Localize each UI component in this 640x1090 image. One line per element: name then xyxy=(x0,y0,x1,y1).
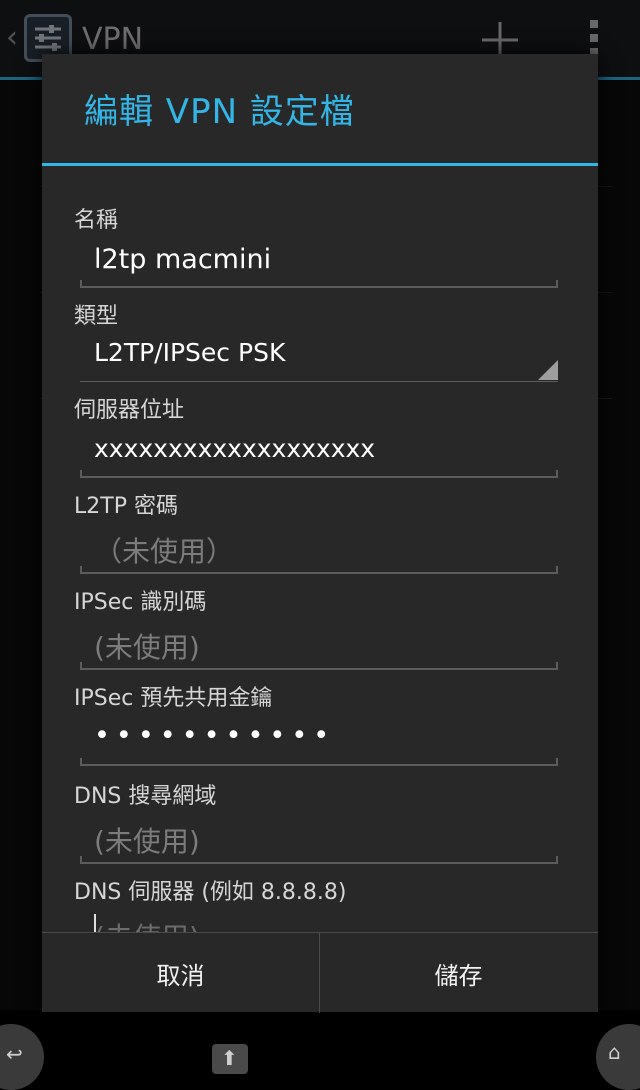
ipsec-id-placeholder: (未使用) xyxy=(94,631,200,664)
dns-search-placeholder: (未使用) xyxy=(94,825,200,858)
dialog-title-bar: 編輯 VPN 設定檔 xyxy=(42,54,598,166)
type-label: 類型 xyxy=(74,304,119,329)
type-value: L2TP/IPSec PSK xyxy=(94,338,286,367)
name-label: 名稱 xyxy=(74,208,119,233)
dns-search-input[interactable]: (未使用) xyxy=(80,812,558,864)
dns-servers-label: DNS 伺服器 (例如 8.8.8.8) xyxy=(74,880,347,905)
server-label: 伺服器位址 xyxy=(74,398,185,423)
server-input[interactable]: xxxxxxxxxxxxxxxxxxx xyxy=(80,426,558,478)
cancel-button[interactable]: 取消 xyxy=(42,933,319,1013)
ipsec-psk-input[interactable]: ••••••••••• xyxy=(80,714,558,766)
dropdown-triangle-icon xyxy=(538,360,558,380)
dialog-button-bar: 取消 儲存 xyxy=(42,932,598,1013)
type-spinner[interactable]: L2TP/IPSec PSK xyxy=(80,330,558,382)
edit-vpn-profile-dialog: 編輯 VPN 設定檔 名稱 l2tp macmini 類型 L2TP/IPSec… xyxy=(42,54,598,1013)
dns-servers-input[interactable]: (未使用) xyxy=(80,908,558,932)
ipsec-id-input[interactable]: (未使用) xyxy=(80,618,558,670)
dialog-title: 編輯 VPN 設定檔 xyxy=(84,92,355,132)
dns-search-label: DNS 搜尋網域 xyxy=(74,784,217,809)
ipsec-id-label: IPSec 識別碼 xyxy=(74,590,207,615)
ipsec-psk-label: IPSec 預先共用金鑰 xyxy=(74,686,273,711)
save-button[interactable]: 儲存 xyxy=(320,933,597,1013)
l2tp-secret-input[interactable]: （未使用） xyxy=(80,522,558,574)
vpn-form[interactable]: 名稱 l2tp macmini 類型 L2TP/IPSec PSK 伺服器位址 … xyxy=(42,166,598,932)
server-value: xxxxxxxxxxxxxxxxxxx xyxy=(94,434,376,463)
name-value: l2tp macmini xyxy=(94,244,272,275)
l2tp-secret-placeholder: （未使用） xyxy=(94,535,235,568)
keyboard-arrow-icon[interactable]: ⬆ xyxy=(212,1044,248,1074)
ipsec-psk-value: ••••••••••• xyxy=(94,720,336,751)
dns-servers-placeholder: (未使用) xyxy=(94,916,200,932)
name-input[interactable]: l2tp macmini xyxy=(80,236,558,288)
l2tp-secret-label: L2TP 密碼 xyxy=(74,494,178,519)
